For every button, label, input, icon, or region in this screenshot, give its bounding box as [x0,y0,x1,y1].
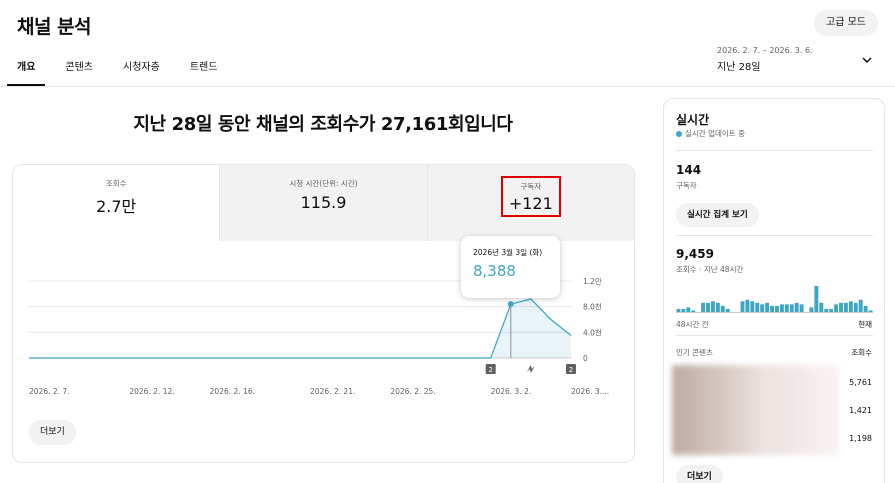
series-line [29,298,572,359]
hover-point [507,301,514,308]
realtime-bar [789,304,794,312]
realtime-bar [755,302,760,312]
date-range-label: 지난 28일 [717,62,761,73]
x-tick-label: 2026. 2. 25. [390,387,435,396]
realtime-bar [858,299,863,312]
realtime-axis-start: 48시간 전 [676,320,709,329]
x-tick-label: 2026. 3.... [571,387,609,396]
realtime-bar [750,301,755,312]
realtime-card: 실시간 실시간 업데이트 중 144 구독자 실시간 집계 보기 9,459 조… [663,98,885,483]
realtime-axis-end: 현재 [858,320,872,329]
realtime-bar [765,302,770,312]
subscriber-count: 144 [676,163,702,177]
realtime-bar [725,308,730,312]
views-48h-label: 조회수 · 지난 48시간 [676,265,744,274]
tab-divider [0,86,895,87]
realtime-bar [799,304,804,312]
divider [676,235,873,236]
realtime-count-button[interactable]: 실시간 집계 보기 [676,203,759,227]
realtime-bar [868,310,873,312]
realtime-bar [681,308,686,312]
divider [676,335,873,336]
realtime-bar [706,302,710,312]
more-button[interactable]: 더보기 [29,420,76,445]
top-content-views: 1,421 [849,406,872,415]
realtime-bar [715,302,720,312]
realtime-bar [745,299,750,312]
views-chart: 1.2만 8.0천 4.0천 0 2 2 2026. 2. 7. 2026. 2. 12. 20… [29,277,609,396]
x-tick-label: 2026. 2. 16. [210,387,255,396]
realtime-bar [740,301,745,312]
y-tick-label: 4.0천 [583,327,602,337]
realtime-bar [686,307,691,312]
realtime-bar [691,310,696,312]
realtime-bar-chart [676,286,873,313]
realtime-bar [760,304,765,312]
page-title: 채널 분석 [17,16,92,38]
x-tick-label: 2026. 2. 21. [310,387,355,396]
date-range-dates: 2026. 2. 7. – 2026. 3. 6. [717,46,813,55]
x-tick-label: 2026. 3. 2. [491,387,532,396]
tab-audience[interactable]: 시청자층 [123,58,160,86]
views-column-label: 조회수 [851,348,872,357]
realtime-bar [853,302,858,312]
overview-card: 조회수 2.7만 시청 시간(단위: 시간) 115.9 구독자 +121 1.… [12,164,635,463]
top-content-views: 5,761 [849,378,872,387]
realtime-bar [829,308,834,312]
realtime-bar [809,307,814,312]
tooltip-value: 8,388 [473,262,516,280]
realtime-bar [848,301,853,312]
realtime-status: 실시간 업데이트 중 [676,128,745,139]
series-area [29,298,571,358]
y-tick-label: 1.2만 [583,277,602,286]
tab-trends[interactable]: 트렌드 [190,58,218,86]
views-48h-count: 9,459 [676,247,714,261]
top-content-thumbnails[interactable] [672,365,839,455]
y-tick-label: 0 [583,354,588,363]
tooltip-date: 2026년 3월 3일 (화) [473,248,543,257]
x-tick-label: 2026. 2. 12. [129,387,174,396]
realtime-bar [710,301,715,312]
realtime-bar [839,302,843,312]
realtime-bar [676,308,681,312]
subscriber-count-label: 구독자 [676,181,697,190]
chart-tooltip: 2026년 3월 3일 (화) 8,388 [461,236,560,298]
video-marker-label: 2 [488,366,492,374]
advanced-mode-button[interactable]: 고급 모드 [814,10,878,36]
y-tick-label: 8.0천 [583,302,602,312]
chevron-down-icon[interactable] [861,54,873,66]
realtime-status-text: 실시간 업데이트 중 [685,129,745,138]
realtime-bar [819,302,824,312]
linked-videos-icon [526,365,535,373]
realtime-bar [775,305,779,312]
live-dot-icon [676,131,682,137]
realtime-bar [784,304,789,312]
video-marker-label: 2 [569,366,573,374]
realtime-bar [720,305,725,312]
realtime-bar [814,286,819,312]
realtime-bar [794,302,799,312]
realtime-title: 실시간 [676,113,710,127]
x-tick-label: 2026. 2. 7. [29,387,70,396]
realtime-bar [701,302,706,312]
headline: 지난 28일 동안 채널의 조회수가 27,161회입니다 [133,114,513,135]
realtime-bar [770,305,774,312]
realtime-bar [779,304,784,312]
top-content-label: 인기 콘텐츠 [676,348,713,357]
realtime-bar [863,305,868,312]
divider [676,150,873,151]
tab-bar: 개요 콘텐츠 시청자층 트렌드 [6,58,247,86]
realtime-bar [834,304,839,312]
realtime-bar [843,302,848,312]
realtime-more-button[interactable]: 더보기 [676,465,723,483]
tab-content[interactable]: 콘텐츠 [65,58,93,86]
realtime-bar [824,308,829,312]
date-range-selector[interactable]: 2026. 2. 7. – 2026. 3. 6. 지난 28일 [717,46,813,73]
tab-overview[interactable]: 개요 [6,58,47,86]
top-content-views: 1,198 [849,434,872,443]
